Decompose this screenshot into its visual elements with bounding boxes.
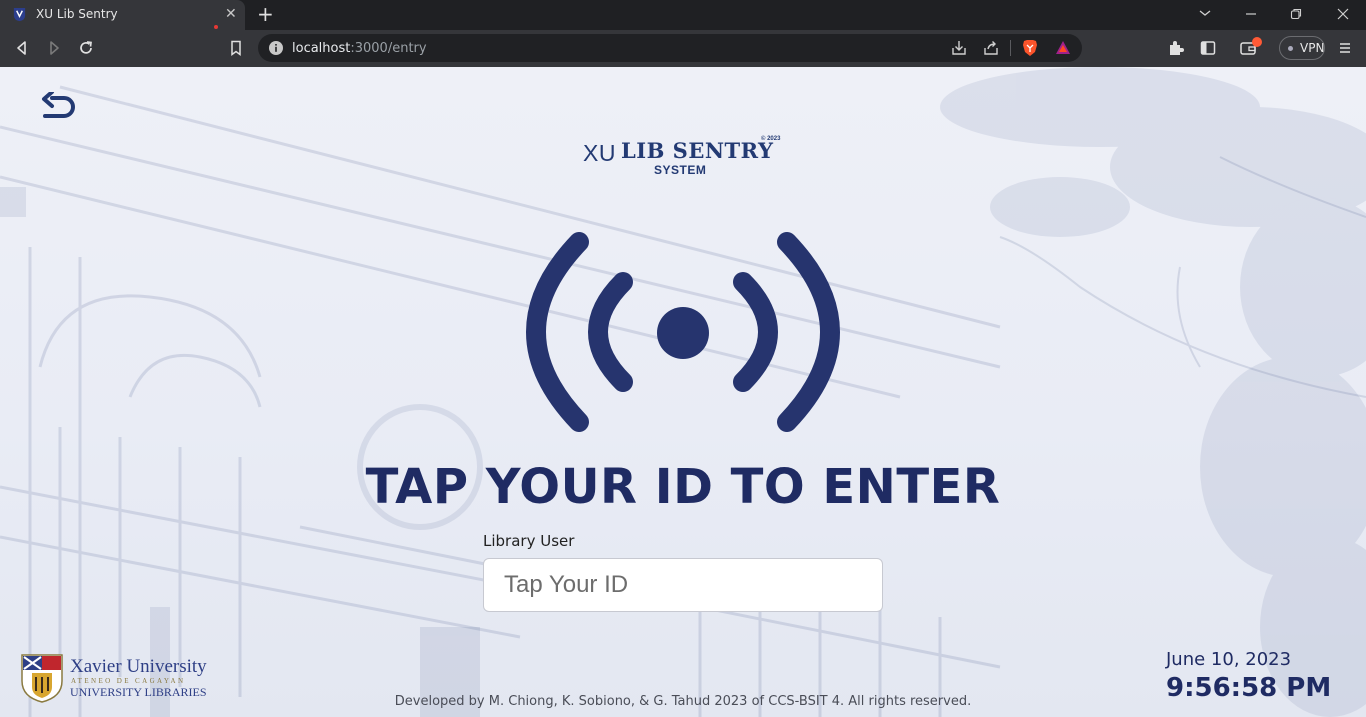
tab-close-icon[interactable]: ✕ bbox=[225, 6, 237, 22]
logo-name: LIB SENTRY bbox=[621, 138, 774, 163]
wallet-notification-badge bbox=[1252, 37, 1262, 47]
address-divider bbox=[1010, 40, 1011, 56]
xu-shield-favicon-icon bbox=[13, 7, 26, 22]
browser-toolbar: localhost:3000/entry VPN bbox=[0, 30, 1366, 67]
vpn-button[interactable]: VPN bbox=[1279, 36, 1325, 60]
rfid-signal-icon bbox=[526, 232, 840, 432]
vpn-label: VPN bbox=[1300, 41, 1325, 55]
window-close-icon[interactable] bbox=[1337, 8, 1349, 20]
library-user-label: Library User bbox=[483, 532, 575, 550]
sidebar-icon[interactable] bbox=[1199, 39, 1217, 57]
reload-icon[interactable] bbox=[77, 39, 95, 57]
tap-id-headline: TAP YOUR ID TO ENTER bbox=[365, 459, 1001, 515]
university-subtitle: ATENEO DE CAGAYAN bbox=[71, 677, 186, 685]
forward-icon[interactable] bbox=[45, 39, 63, 57]
back-icon[interactable] bbox=[13, 39, 31, 57]
url-text[interactable]: localhost:3000/entry bbox=[292, 41, 427, 56]
url-path: :3000/entry bbox=[350, 41, 427, 56]
download-icon[interactable] bbox=[950, 39, 968, 57]
logo-prefix: XU bbox=[583, 140, 616, 166]
info-icon[interactable] bbox=[268, 40, 284, 56]
brave-shield-icon[interactable] bbox=[1020, 38, 1040, 58]
restore-icon[interactable] bbox=[1290, 8, 1302, 20]
logo-copyright: © 2023 bbox=[761, 136, 781, 142]
tab-title: XU Lib Sentry bbox=[36, 7, 118, 21]
address-bar[interactable]: localhost:3000/entry bbox=[258, 34, 1082, 62]
current-time: 9:56:58 PM bbox=[1166, 673, 1332, 703]
tab-recording-dot bbox=[214, 25, 218, 29]
url-host: localhost bbox=[292, 41, 351, 56]
xu-lib-sentry-logo: XU LIB SENTRY © 2023 SYSTEM bbox=[583, 136, 793, 180]
browser-tab[interactable]: XU Lib Sentry ✕ bbox=[0, 0, 245, 30]
logo-subtitle: SYSTEM bbox=[654, 163, 707, 177]
current-date: June 10, 2023 bbox=[1166, 649, 1292, 670]
entry-page: XU LIB SENTRY © 2023 SYSTEM TAP YOUR ID … bbox=[0, 67, 1366, 717]
share-icon[interactable] bbox=[982, 39, 1000, 57]
minimize-icon[interactable] bbox=[1245, 8, 1257, 20]
extensions-icon[interactable] bbox=[1167, 39, 1185, 57]
footer-credits: Developed by M. Chiong, K. Sobiono, & G.… bbox=[394, 694, 972, 709]
vpn-status-dot bbox=[1288, 46, 1293, 51]
id-input[interactable] bbox=[483, 558, 883, 612]
back-arrow-icon[interactable] bbox=[40, 92, 80, 124]
university-name: Xavier University bbox=[70, 656, 207, 677]
menu-icon[interactable] bbox=[1336, 39, 1354, 57]
new-tab-button[interactable]: + bbox=[257, 3, 274, 25]
tab-search-chevron-icon[interactable] bbox=[1198, 8, 1212, 18]
browser-tab-bar: XU Lib Sentry ✕ + bbox=[0, 0, 1366, 30]
bookmark-icon[interactable] bbox=[227, 39, 245, 57]
rewards-icon[interactable] bbox=[1054, 39, 1072, 57]
